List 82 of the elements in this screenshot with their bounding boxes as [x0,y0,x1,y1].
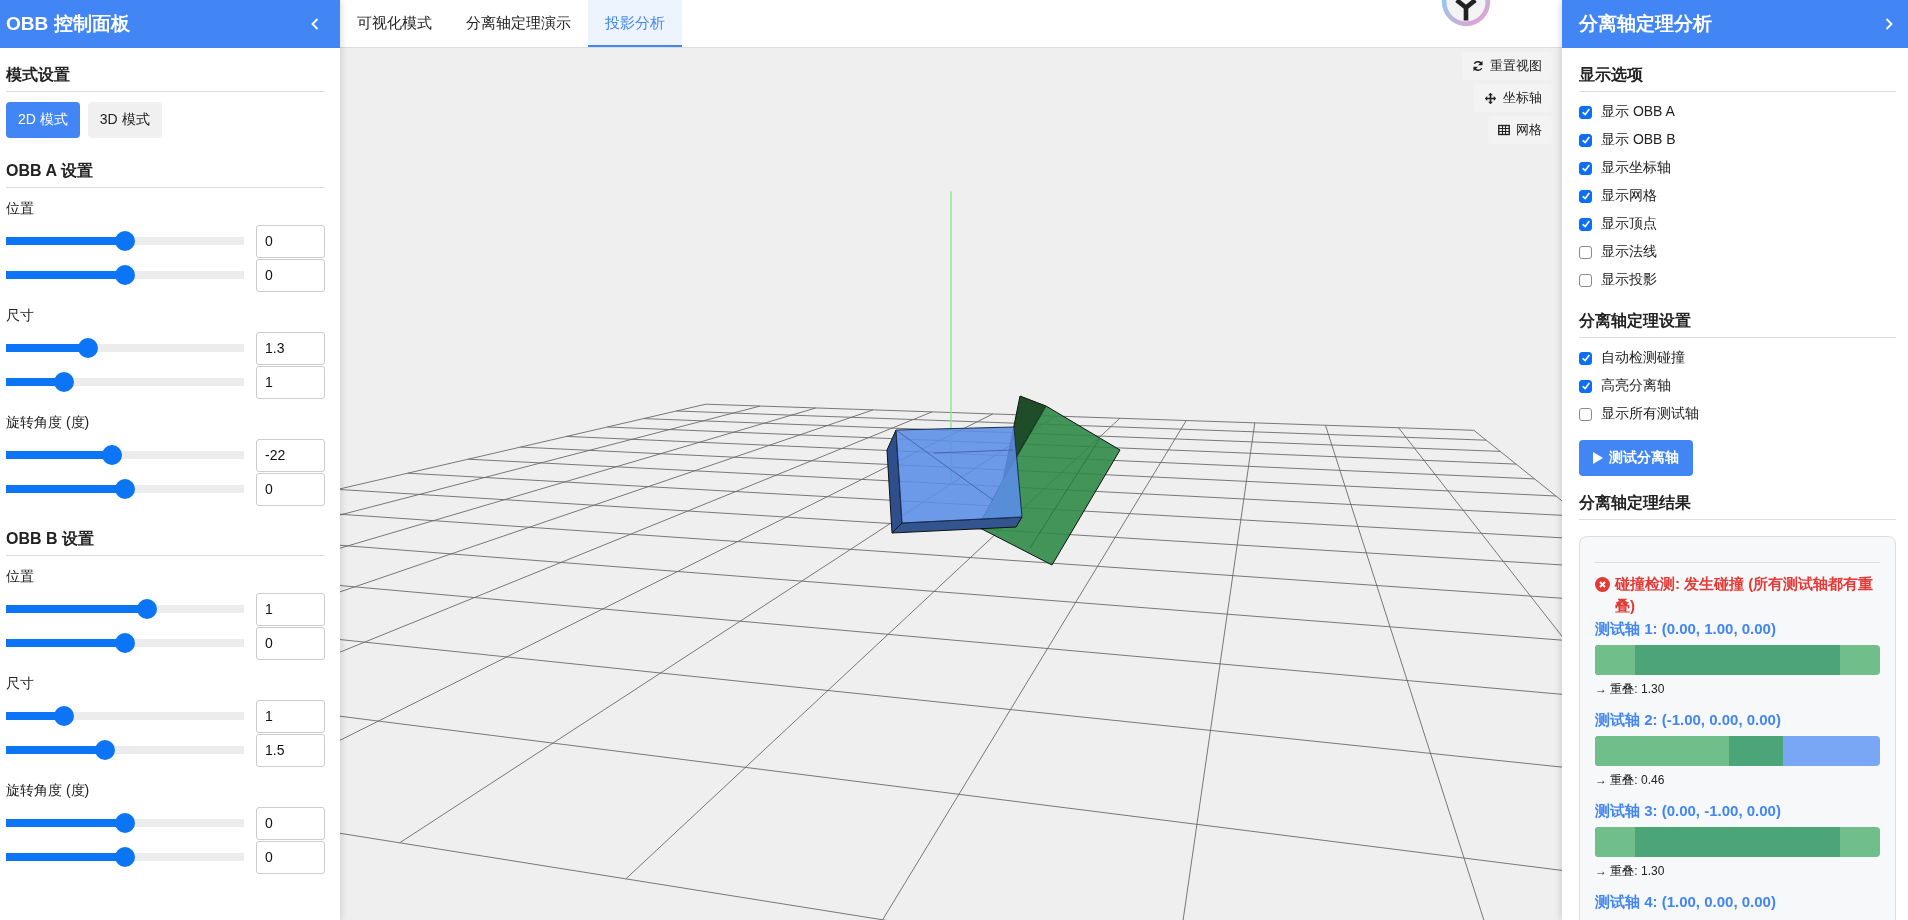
checkbox-label: 显示顶点 [1601,215,1657,233]
axis-title: 测试轴 1: (0.00, 1.00, 0.00) [1595,619,1777,639]
field-label: 位置 [6,568,35,584]
slider-thumb[interactable] [53,372,74,392]
checkbox-label: 显示 OBB A [1601,103,1675,121]
axis-title: 测试轴 3: (0.00, -1.00, 0.00) [1595,801,1782,821]
slider-thumb[interactable] [115,633,135,653]
checkbox[interactable] [1579,245,1592,259]
checkbox-label: 显示所有测试轴 [1601,405,1699,423]
number-input[interactable]: 1 [256,592,325,626]
number-input[interactable]: 0 [256,472,325,506]
slider-thumb[interactable] [136,599,157,619]
field-label: 旋转角度 (度) [6,414,91,430]
section-heading: 模式设置 [6,65,325,92]
section-heading: OBB A 设置 [6,161,325,188]
checkbox-label: 显示坐标轴 [1601,159,1671,177]
checkbox[interactable] [1579,189,1592,203]
mode-button[interactable]: 3D 模式 [87,102,162,138]
checkbox[interactable] [1579,407,1592,421]
checkbox[interactable] [1579,161,1592,175]
collapse-chevron-icon[interactable] [310,17,320,31]
tab[interactable]: 可视化模式 [340,0,449,47]
section-heading: 显示选项 [1579,65,1896,92]
slider-thumb[interactable] [53,706,74,726]
slider-thumb[interactable] [115,265,135,285]
field-label: 尺寸 [6,675,35,691]
checkbox[interactable] [1579,379,1592,393]
section-heading: 分离轴定理设置 [1579,311,1896,338]
slider-thumb[interactable] [95,740,116,760]
overlap-value: → 重叠: 1.30 [1595,864,1666,878]
checkbox[interactable] [1579,351,1592,365]
number-input[interactable]: 0 [256,224,325,258]
checkbox[interactable] [1579,105,1592,119]
view-tool-button[interactable]: 重置视图 [1462,52,1552,80]
view-tool-button[interactable]: 坐标轴 [1474,84,1552,112]
number-input[interactable]: 0 [256,258,325,292]
panel-title: 分离轴定理分析 [1579,12,1712,36]
overlap-value: → 重叠: 1.30 [1595,682,1666,696]
test-axis-button[interactable]: 测试分离轴 [1579,440,1693,476]
checkbox[interactable] [1579,273,1592,287]
move-arrows-icon [1484,91,1497,105]
mode-button[interactable]: 2D 模式 [6,102,80,138]
checkbox[interactable] [1579,217,1592,231]
checkbox-label: 显示法线 [1601,243,1657,261]
slider-thumb[interactable] [115,813,135,833]
slider-thumb[interactable] [115,231,135,251]
checkbox-label: 自动检测碰撞 [1601,349,1685,367]
number-input[interactable]: 0 [256,626,325,660]
field-label: 尺寸 [6,307,35,323]
collision-status: 碰撞检测: 发生碰撞 (所有测试轴都有重叠) [1615,574,1875,616]
axis-title: 测试轴 4: (1.00, 0.00, 0.00) [1595,892,1777,912]
number-input[interactable]: 0 [256,840,325,874]
number-input[interactable]: 1 [256,365,325,399]
number-input[interactable]: -22 [256,438,325,472]
cuboid[interactable] [886,426,1023,534]
number-input[interactable]: 1.3 [256,331,325,365]
checkbox-label: 显示投影 [1601,271,1657,289]
axis-title: 测试轴 2: (-1.00, 0.00, 0.00) [1595,710,1782,730]
grid-icon [1498,124,1510,136]
number-input[interactable]: 0 [256,806,325,840]
slider-thumb[interactable] [115,479,135,499]
panel-title: OBB 控制面板 [6,12,130,36]
number-input[interactable]: 1.5 [256,733,325,767]
field-label: 旋转角度 (度) [6,782,91,798]
checkbox-label: 显示网格 [1601,187,1657,205]
section-heading: OBB B 设置 [6,529,325,556]
play-icon [1593,452,1603,464]
view-tool-button[interactable]: 网格 [1488,116,1552,144]
tab[interactable]: 分离轴定理演示 [449,0,588,47]
expand-chevron-icon[interactable] [1884,17,1894,31]
section-heading: 分离轴定理结果 [1579,493,1896,520]
overlap-value: → 重叠: 0.46 [1595,773,1666,787]
slider-thumb[interactable] [101,445,122,465]
number-input[interactable]: 1 [256,699,325,733]
slider-thumb[interactable] [115,847,135,867]
slider-thumb[interactable] [77,338,98,358]
checkbox-label: 显示 OBB B [1601,131,1676,149]
refresh-icon [1472,60,1484,72]
field-label: 位置 [6,200,35,216]
checkbox-label: 高亮分离轴 [1601,377,1671,395]
error-icon [1595,577,1610,592]
checkbox[interactable] [1579,133,1592,147]
